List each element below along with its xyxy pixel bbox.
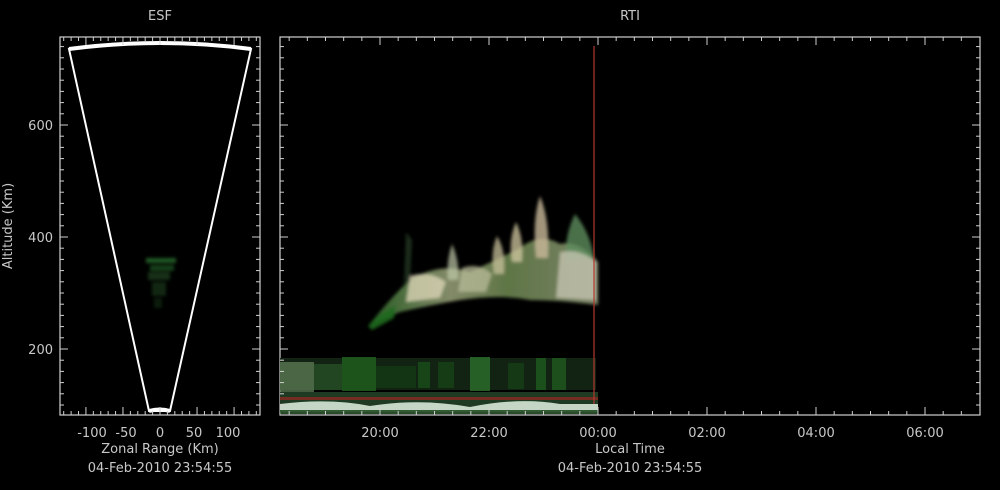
esf-echoes — [146, 258, 176, 308]
rti-xtick-label: 00:00 — [579, 426, 616, 441]
esf-ytick-label: 400 — [28, 231, 53, 246]
esf-xtick-label: 0 — [156, 426, 164, 441]
esf-fan-sector — [67, 42, 253, 412]
esf-xtick-label: -100 — [77, 426, 107, 441]
rti-xtick-label: 04:00 — [797, 426, 834, 441]
rti-timestamp: 04-Feb-2010 23:54:55 — [558, 461, 703, 476]
esf-ylabel: Altitude (Km) — [1, 183, 16, 269]
esf-plot-frame — [59, 36, 261, 416]
rti-xtick-label: 20:00 — [361, 426, 398, 441]
rti-echo-image — [280, 46, 598, 414]
rti-xlabel: Local Time — [595, 442, 665, 457]
esf-ytick-label: 200 — [28, 343, 53, 358]
rti-panel: RTI 20:00 22:00 00:00 02:00 04:00 06:00 … — [279, 9, 981, 476]
esf-timestamp: 04-Feb-2010 23:54:55 — [88, 461, 233, 476]
esf-panel: ESF 200 400 600 Altitude (Km) -100 -50 0… — [1, 9, 261, 476]
figure: ESF 200 400 600 Altitude (Km) -100 -50 0… — [1, 9, 981, 476]
rti-xtick-label: 22:00 — [470, 426, 507, 441]
rti-xtick-label: 06:00 — [906, 426, 943, 441]
esf-xlabel: Zonal Range (Km) — [101, 442, 218, 457]
esf-title: ESF — [148, 9, 172, 24]
esf-ytick-label: 600 — [28, 119, 53, 134]
esf-xtick-label: -50 — [115, 426, 136, 441]
rti-title: RTI — [620, 9, 640, 24]
rti-xtick-label: 02:00 — [688, 426, 725, 441]
esf-y-axis: 200 400 600 Altitude (Km) — [1, 119, 260, 358]
esf-x-axis — [60, 37, 260, 415]
esf-xtick-label: 100 — [216, 426, 241, 441]
esf-xtick-label: 50 — [186, 426, 203, 441]
